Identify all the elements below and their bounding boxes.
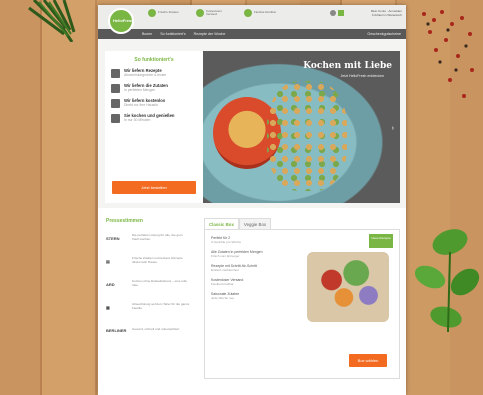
user-icon[interactable] [330,10,336,16]
hero-section: So funktioniert's Wir liefern Rezepte Abw… [98,43,406,205]
how-it-works-panel: So funktioniert's Wir liefern Rezepte Abw… [105,51,203,203]
press-quote: Abwechslung auf dem Teller für die ganze… [132,302,190,310]
step-subtitle: Direkt vor Ihre Haustür [124,103,159,108]
box-content: Perfekt für 23 Gerichte pro Woche Alle Z… [204,229,400,379]
feature-subtitle: Einfach nachkochen [211,268,239,272]
box-tabs: Classic Box Veggie Box [204,218,400,229]
press-quote: Kochen ohne Einkaufsstress – eine tolle … [132,279,188,287]
hero-title: Kochen mit Liebe [303,61,392,71]
press-quote: Die perfekte Lösung für alle, die gern f… [132,233,183,241]
feature-subtitle: 3 Gerichte pro Woche [211,240,242,244]
step-subtitle: Abwechslungsreich & lecker [124,73,167,78]
leaf-icon [148,9,156,17]
usp-text: Flexibel kündbar [254,10,277,15]
press-quote: Gesund, schnell und unkompliziert. [132,327,181,332]
box-feature: Rezepte mit Schritt-für-Schritt Einfach n… [211,264,301,272]
nav-item-recipes[interactable]: Rezepte der Woche [194,32,226,36]
herb-decoration [28,0,76,42]
website-frame: HelloFresh Frische Zutaten Kostenloser V… [98,5,406,395]
content-section: Pressestimmen STERN Die perfekte Lösung f… [98,208,406,395]
press-quote: Frische Zutaten und leckere Rezepte dire… [132,256,183,264]
check-icon [244,9,252,17]
main-nav: Boxen So funktioniert's Rezepte der Woch… [98,29,406,39]
box-feature: Alle Zutaten in perfekten Mengen Frisch v… [211,250,301,258]
press-item: ▤ Frische Zutaten und leckere Rezepte dir… [106,254,194,268]
box-feature: Kostenloser Versand Flexibel kündbar [211,278,301,286]
step-subtitle: In nur 30 Minuten [124,118,151,123]
nav-item-vouchers[interactable]: Geschenkgutscheine [367,32,401,36]
tab-veggie-box[interactable]: Veggie Box [238,218,272,229]
truck-icon [111,99,120,108]
box-icon [111,84,120,93]
press-item: ▦ Abwechslung auf dem Teller für die ganz… [106,300,194,314]
box-panel: Classic Box Veggie Box Perfekt für 23 Ge… [204,218,400,388]
press-item: STERN Die perfekte Lösung für alle, die g… [106,231,194,245]
press-logo: ▤ [106,258,110,264]
press-title: Pressestimmen [106,218,143,224]
recipe-icon [111,69,120,78]
box-feature: Perfekt für 23 Gerichte pro Woche [211,236,301,244]
tab-classic-box[interactable]: Classic Box [204,218,239,229]
account-links[interactable]: Mein Konto · Anmelden 0 Artikel im Waren… [371,9,402,17]
usp-text: Kostenloser Versand [206,8,222,16]
cart-icon[interactable] [338,10,344,16]
brand-logo[interactable]: HelloFresh [108,8,134,34]
usp-text: Frische Zutaten [158,10,179,15]
nav-item-boxes[interactable]: Boxen [142,32,152,36]
truck-icon [196,9,204,17]
chickpea-salad-image [267,81,347,191]
nav-item-how-it-works[interactable]: So funktioniert's [160,32,185,36]
panel-title: So funktioniert's [134,57,174,63]
hero-subtitle[interactable]: Jetzt HelloFresh entdecken [340,74,384,78]
slider-next-icon[interactable]: › [392,125,394,132]
usp-item: Flexibel kündbar [244,9,280,17]
pepper-decoration [422,10,474,98]
press-logo: BERLINER [106,327,127,333]
feature-subtitle: Frisch vom Erzeuger [211,254,240,258]
press-item: ARD Kochen ohne Einkaufsstress – eine tol… [106,277,194,291]
logo-text: HelloFresh [113,18,134,23]
top-bar: HelloFresh Frische Zutaten Kostenloser V… [98,5,406,34]
step-item: Wir liefern die Zutaten In perfekten Meng… [111,83,197,93]
press-item: BERLINER Gesund, schnell und unkomplizier… [106,323,194,337]
cart-status[interactable]: 0 Artikel im Warenkorb [371,13,402,17]
vegetable-box-image [307,252,389,322]
choose-box-button[interactable]: Box wählen [349,354,387,367]
basil-decoration [414,229,480,333]
usp-item: Frische Zutaten [148,9,184,17]
step-subtitle: In perfekten Mengen [124,88,156,93]
new-recipes-badge: Neue Rezepte [369,234,393,248]
step-item: Wir liefern Rezepte Abwechslungsreich & l… [111,68,197,78]
step-item: Sie kochen und genießen In nur 30 Minuten [111,113,197,123]
hero-image: Kochen mit Liebe Jetzt HelloFresh entdec… [203,51,400,203]
order-now-button[interactable]: Jetzt bestellen [112,181,196,194]
feature-subtitle: Flexibel kündbar [211,282,234,286]
press-logo: ▦ [106,304,110,310]
cooking-icon [111,114,120,123]
press-panel: Pressestimmen STERN Die perfekte Lösung f… [106,218,194,346]
usp-item: Kostenloser Versand [196,9,232,17]
step-item: Wir liefern kostenlos Direkt vor Ihre Hau… [111,98,197,108]
feature-subtitle: Jede Woche neu [211,296,235,300]
press-logo: STERN [106,235,120,241]
press-logo: ARD [106,281,115,287]
box-feature: Saisonale Zutaten Jede Woche neu [211,292,301,300]
